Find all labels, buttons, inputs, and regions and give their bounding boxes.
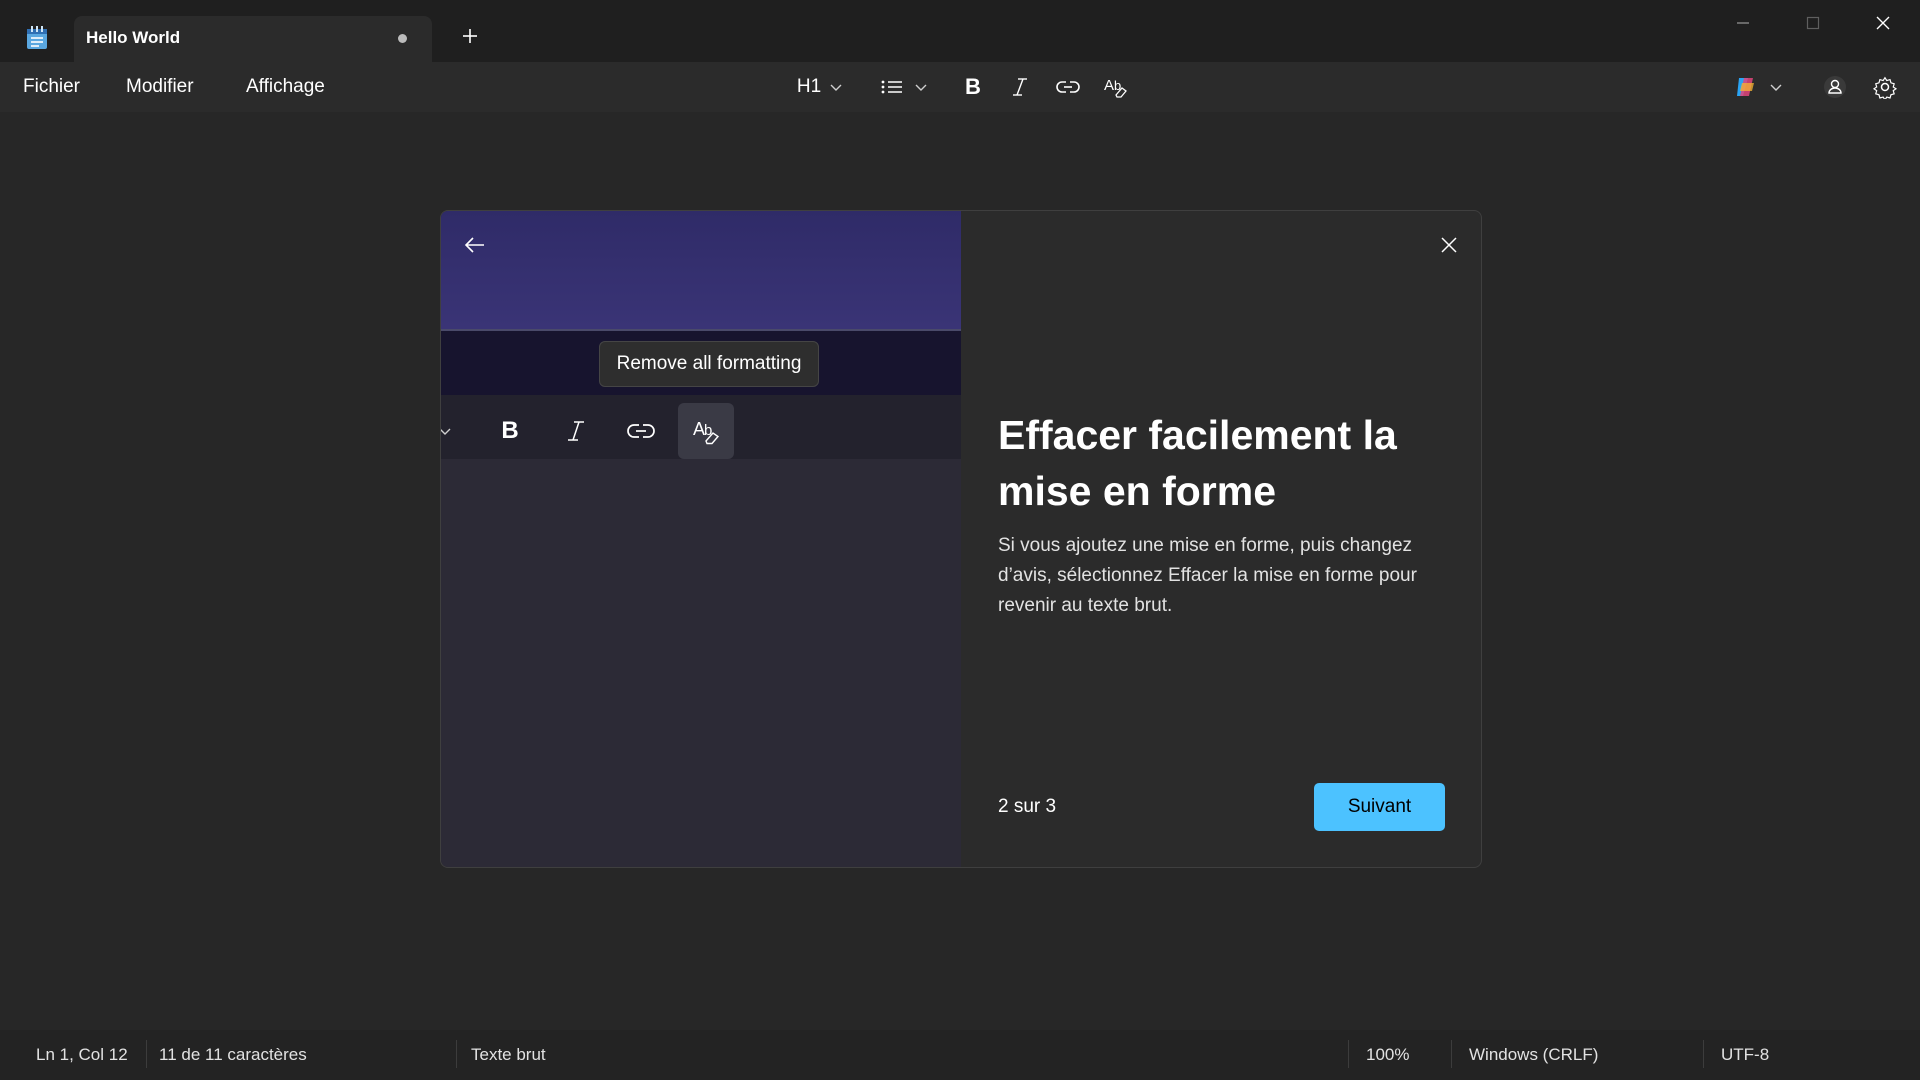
dialog-description: Si vous ajoutez une mise en forme, puis … bbox=[998, 535, 1417, 616]
italic-button[interactable] bbox=[1003, 70, 1037, 104]
illustration-bold: B bbox=[482, 403, 538, 459]
list-dropdown[interactable] bbox=[876, 72, 932, 102]
whats-new-dialog: Remove all formatting B A b Effacer faci… bbox=[440, 210, 1482, 868]
chevron-down-icon bbox=[830, 84, 842, 91]
unsaved-indicator-dot[interactable] bbox=[398, 34, 407, 43]
chevron-down-icon bbox=[441, 428, 451, 435]
close-dialog-button[interactable] bbox=[1431, 227, 1467, 263]
tab-title: Hello World bbox=[86, 28, 181, 47]
svg-text:b: b bbox=[704, 422, 712, 439]
illustration-header bbox=[441, 211, 961, 329]
zoom-level[interactable]: 100% bbox=[1366, 1045, 1409, 1065]
clear-formatting-button[interactable]: A b bbox=[1099, 70, 1133, 104]
back-arrow-icon bbox=[464, 237, 484, 253]
copilot-icon bbox=[1737, 78, 1754, 96]
bold-button[interactable]: B bbox=[956, 70, 990, 104]
menu-modifier[interactable]: Modifier bbox=[126, 76, 194, 98]
menu-bar: Fichier Modifier Affichage H1 B A b bbox=[0, 62, 1920, 112]
encoding[interactable]: UTF-8 bbox=[1721, 1045, 1769, 1065]
status-bar: Ln 1, Col 12 11 de 11 caractères Texte b… bbox=[0, 1030, 1920, 1080]
illustration-chevron bbox=[441, 403, 463, 459]
notepad-app-icon bbox=[26, 26, 48, 50]
account-icon bbox=[1824, 76, 1846, 98]
status-divider bbox=[146, 1040, 147, 1068]
notepad-window: Hello World Fichier Modifier Affichage H… bbox=[0, 0, 1920, 1080]
line-endings[interactable]: Windows (CRLF) bbox=[1469, 1045, 1598, 1065]
step-indicator: 2 sur 3 bbox=[998, 796, 1057, 817]
plus-icon bbox=[463, 29, 477, 43]
status-divider bbox=[1703, 1040, 1704, 1068]
svg-text:A: A bbox=[1104, 77, 1114, 94]
text-mode[interactable]: Texte brut bbox=[471, 1045, 546, 1065]
menu-affichage[interactable]: Affichage bbox=[246, 76, 325, 98]
menu-fichier[interactable]: Fichier bbox=[23, 76, 80, 98]
illustration-italic bbox=[548, 403, 604, 459]
minimize-icon bbox=[1737, 22, 1749, 24]
remove-formatting-tooltip: Remove all formatting bbox=[599, 341, 819, 387]
minimize-button[interactable] bbox=[1720, 10, 1766, 36]
link-icon bbox=[627, 424, 655, 438]
title-bar: Hello World bbox=[0, 0, 1920, 62]
character-count: 11 de 11 caractères bbox=[159, 1045, 307, 1064]
link-button[interactable] bbox=[1051, 70, 1085, 104]
chevron-down-icon bbox=[1770, 84, 1782, 91]
close-icon bbox=[1441, 237, 1457, 253]
heading-label: H1 bbox=[796, 76, 822, 97]
italic-icon bbox=[568, 421, 584, 441]
clear-formatting-icon: A b bbox=[693, 419, 720, 445]
status-divider bbox=[1348, 1040, 1349, 1068]
settings-icon bbox=[1873, 76, 1897, 99]
close-icon bbox=[1876, 16, 1890, 30]
maximize-button[interactable] bbox=[1790, 10, 1836, 36]
illustration-link bbox=[613, 403, 669, 459]
chevron-down-icon bbox=[915, 84, 927, 91]
next-button[interactable]: Suivant bbox=[1314, 783, 1445, 831]
status-divider bbox=[1451, 1040, 1452, 1068]
status-divider bbox=[456, 1040, 457, 1068]
maximize-icon bbox=[1806, 16, 1820, 30]
italic-icon bbox=[1013, 78, 1027, 96]
dialog-title: Effacer facilement la mise en forme bbox=[998, 412, 1397, 514]
close-window-button[interactable] bbox=[1860, 10, 1906, 36]
clear-formatting-icon: A b bbox=[1104, 77, 1127, 98]
cursor-position: Ln 1, Col 12 bbox=[36, 1045, 128, 1064]
settings-button[interactable] bbox=[1868, 70, 1902, 104]
copilot-dropdown[interactable] bbox=[1730, 72, 1786, 102]
document-tab[interactable]: Hello World bbox=[74, 16, 432, 62]
account-button[interactable] bbox=[1818, 70, 1852, 104]
list-icon bbox=[881, 80, 902, 94]
heading-dropdown[interactable]: H1 bbox=[790, 72, 850, 102]
new-tab-button[interactable] bbox=[456, 22, 484, 50]
bold-icon: B bbox=[501, 417, 519, 444]
link-icon bbox=[1056, 81, 1080, 93]
back-button[interactable] bbox=[457, 227, 493, 263]
dialog-illustration: Remove all formatting B A b bbox=[441, 211, 961, 867]
bold-icon: B bbox=[965, 74, 981, 99]
illustration-clear-formatting: A b bbox=[678, 403, 734, 459]
